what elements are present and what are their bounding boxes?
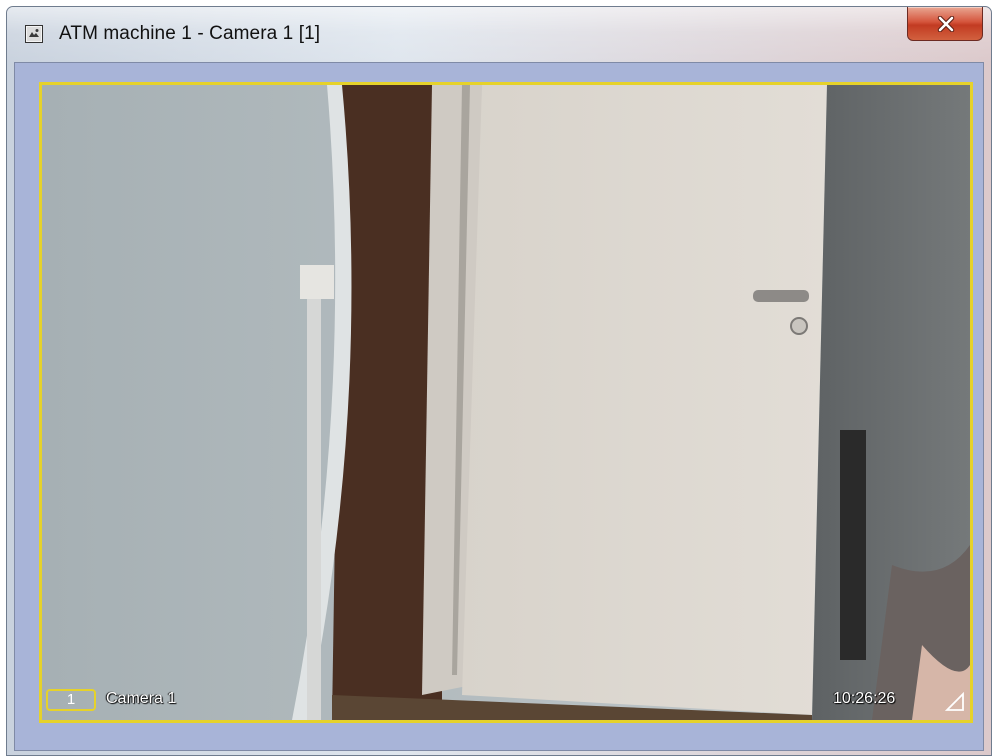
resize-icon[interactable] — [945, 692, 965, 712]
window-client-area: 1 Camera 1 10:26:26 — [14, 62, 984, 751]
camera-video-view[interactable]: 1 Camera 1 10:26:26 — [39, 82, 973, 723]
camera-name-label: Camera 1 — [106, 690, 177, 707]
close-icon — [937, 16, 955, 32]
title-bar[interactable]: ATM machine 1 - Camera 1 [1] — [7, 7, 991, 63]
video-timestamp: 10:26:26 — [833, 690, 896, 707]
camera-number-badge[interactable]: 1 — [46, 689, 96, 711]
camera-window: ATM machine 1 - Camera 1 [1] 1 Camera 1 … — [6, 6, 992, 756]
close-button[interactable] — [907, 7, 983, 41]
video-frame — [42, 85, 970, 720]
window-title: ATM machine 1 - Camera 1 [1] — [59, 23, 321, 44]
camera-window-icon — [25, 25, 43, 43]
